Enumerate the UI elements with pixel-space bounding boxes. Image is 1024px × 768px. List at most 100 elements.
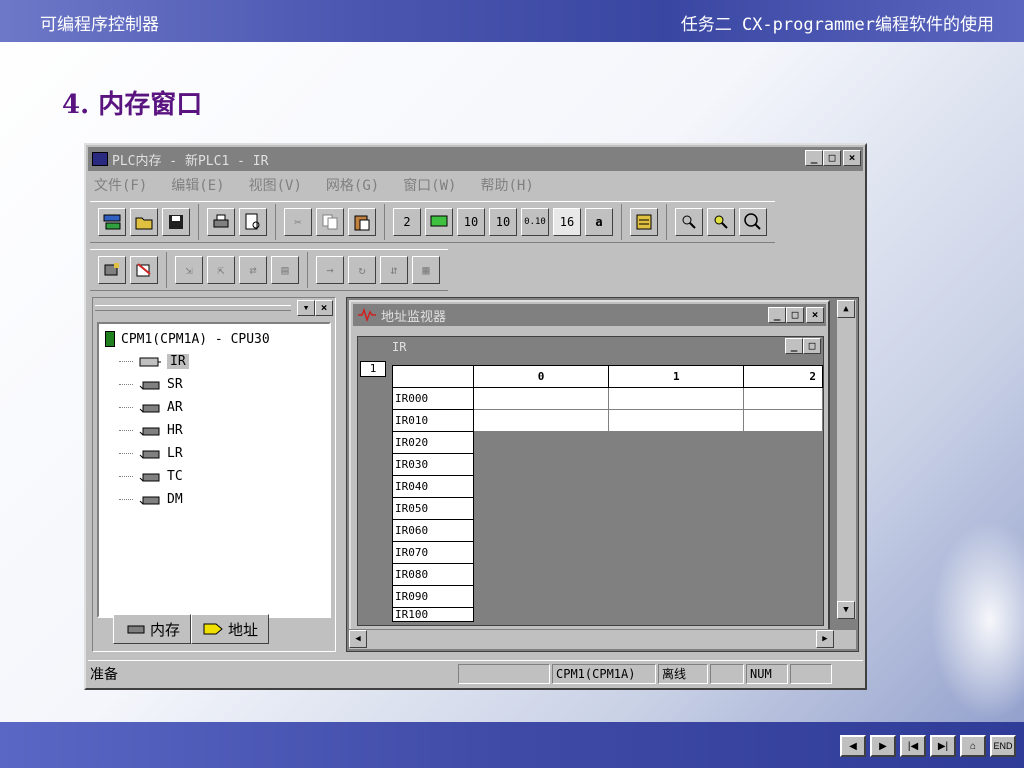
bcd-icon[interactable]: [425, 208, 453, 236]
copy-icon[interactable]: [316, 208, 344, 236]
format-group: 2 10 10 0.10 16 a: [385, 204, 622, 240]
tree-item-tc[interactable]: TC: [119, 465, 323, 488]
memory-chip-icon: [139, 381, 160, 389]
horizontal-scrollbar[interactable]: ◀ ▶: [349, 629, 856, 649]
memory-chip-icon: [139, 404, 160, 412]
tree-item-hr[interactable]: HR: [119, 419, 323, 442]
monitor-title: 地址监视器: [381, 309, 447, 325]
force-icon[interactable]: →: [316, 256, 344, 284]
monitor-close-button[interactable]: ×: [806, 307, 824, 323]
tab-memory[interactable]: 内存: [113, 614, 192, 644]
window-title: PLC内存 - 新PLC1 - IR: [112, 153, 269, 169]
scroll-down-icon[interactable]: ▼: [837, 601, 855, 619]
transfer-to-plc-icon[interactable]: ⇲: [175, 256, 203, 284]
tree-dropdown-button[interactable]: ▾: [297, 300, 315, 316]
find-replace-icon[interactable]: [707, 208, 735, 236]
slide-header-right: 任务二 CX-programmer编程软件的使用: [680, 15, 994, 35]
tree-item-ar[interactable]: AR: [119, 396, 323, 419]
value-cell[interactable]: [743, 409, 823, 432]
ir-minimize-button[interactable]: _: [785, 338, 803, 354]
paste-icon[interactable]: [348, 208, 376, 236]
menu-window[interactable]: 窗口(W): [399, 175, 460, 197]
print-preview-icon[interactable]: [239, 208, 267, 236]
scroll-right-icon[interactable]: ▶: [816, 630, 834, 648]
clear-icon[interactable]: ▤: [271, 256, 299, 284]
tree-close-button[interactable]: ×: [315, 300, 333, 316]
signed-decimal-icon[interactable]: 10: [489, 208, 517, 236]
text-icon[interactable]: a: [585, 208, 613, 236]
set-icon[interactable]: ↻: [348, 256, 376, 284]
window-titlebar[interactable]: PLC内存 - 新PLC1 - IR _ □ ×: [88, 147, 863, 171]
list-icon[interactable]: [630, 208, 658, 236]
table-row: IR030: [391, 453, 823, 476]
address-cell: IR060: [391, 519, 475, 542]
address-cell: IR000: [391, 387, 475, 410]
save-icon[interactable]: [162, 208, 190, 236]
memory-chip-icon: [127, 625, 145, 634]
cut-icon[interactable]: ✂: [284, 208, 312, 236]
force-cancel-icon[interactable]: ▦: [412, 256, 440, 284]
open-icon[interactable]: [130, 208, 158, 236]
address-cell: IR040: [391, 475, 475, 498]
waveform-icon: [358, 308, 376, 322]
next-slide-icon[interactable]: ▶: [870, 735, 896, 757]
value-cell[interactable]: [473, 387, 610, 410]
transfer-from-plc-icon[interactable]: ⇱: [207, 256, 235, 284]
float-icon[interactable]: 0.10: [521, 208, 549, 236]
tree-item-sr[interactable]: SR: [119, 373, 323, 396]
menu-view[interactable]: 视图(V): [245, 175, 306, 197]
last-slide-icon[interactable]: ▶|: [930, 735, 956, 757]
scroll-left-icon[interactable]: ◀: [349, 630, 367, 648]
maximize-button[interactable]: □: [823, 150, 841, 166]
monitor-icon[interactable]: [98, 256, 126, 284]
ir-titlebar[interactable]: IR _ □: [358, 337, 823, 357]
slide-header: 可编程序控制器 任务二 CX-programmer编程软件的使用: [0, 0, 1024, 42]
hex-icon[interactable]: 16: [553, 208, 581, 236]
edit-icon[interactable]: [130, 256, 158, 284]
monitor-minimize-button[interactable]: _: [768, 307, 786, 323]
value-cell[interactable]: [743, 387, 823, 410]
column-header[interactable]: 2: [743, 365, 823, 388]
ir-maximize-button[interactable]: □: [803, 338, 821, 354]
status-num: NUM: [746, 663, 788, 684]
menu-edit[interactable]: 编辑(E): [167, 175, 228, 197]
value-cell[interactable]: [473, 409, 610, 432]
decimal-icon[interactable]: 10: [457, 208, 485, 236]
prev-slide-icon[interactable]: ◀: [840, 735, 866, 757]
scroll-up-icon[interactable]: ▲: [837, 300, 855, 318]
first-slide-icon[interactable]: |◀: [900, 735, 926, 757]
status-ready: 准备: [90, 666, 118, 683]
tree-root[interactable]: CPM1(CPM1A) - CPU30: [105, 328, 323, 350]
monitor-titlebar[interactable]: 地址监视器 _ □ ×: [353, 304, 826, 326]
menu-grid[interactable]: 网格(G): [322, 175, 383, 197]
print-icon[interactable]: [207, 208, 235, 236]
column-header[interactable]: 0: [473, 365, 610, 388]
find-icon[interactable]: [675, 208, 703, 236]
ir-controls: _ □: [785, 338, 821, 354]
dock-grip[interactable]: [95, 305, 291, 311]
value-cell[interactable]: [608, 387, 745, 410]
end-button[interactable]: END: [990, 735, 1016, 757]
zoom-icon[interactable]: [739, 208, 767, 236]
tree-item-ir[interactable]: IR: [119, 350, 323, 373]
binary-icon[interactable]: 2: [393, 208, 421, 236]
tree-item-dm[interactable]: DM: [119, 488, 323, 511]
memory-area-icon: [139, 357, 161, 366]
tree-item-lr[interactable]: LR: [119, 442, 323, 465]
home-icon[interactable]: ⌂: [960, 735, 986, 757]
close-button[interactable]: ×: [843, 150, 861, 166]
address-cell: IR070: [391, 541, 475, 564]
monitor-maximize-button[interactable]: □: [786, 307, 804, 323]
menu-bar: 文件(F) 编辑(E) 视图(V) 网格(G) 窗口(W) 帮助(H): [90, 175, 538, 197]
tab-address[interactable]: 地址: [191, 614, 270, 644]
minimize-button[interactable]: _: [805, 150, 823, 166]
reset-icon[interactable]: ⇵: [380, 256, 408, 284]
vertical-scrollbar[interactable]: ▲ ▼: [836, 300, 856, 619]
new-icon[interactable]: [98, 208, 126, 236]
column-header[interactable]: 1: [608, 365, 745, 388]
menu-file[interactable]: 文件(F): [90, 175, 151, 197]
compare-icon[interactable]: ⇄: [239, 256, 267, 284]
menu-help[interactable]: 帮助(H): [476, 175, 537, 197]
value-cell[interactable]: [608, 409, 745, 432]
address-cell: IR010: [391, 409, 475, 432]
